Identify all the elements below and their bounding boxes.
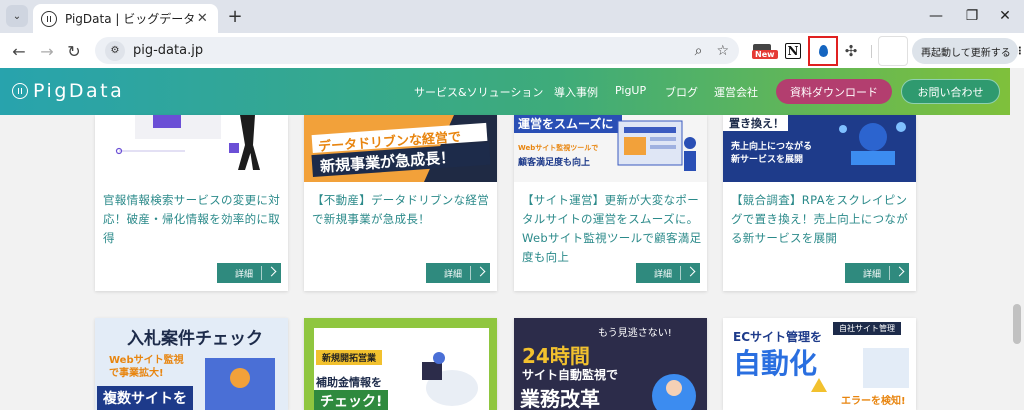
detail-button[interactable]: 詳細 xyxy=(636,263,700,283)
zoom-icon[interactable]: ⌕ xyxy=(695,43,703,59)
case-card[interactable]: 入札案件チェック Webサイト監視で事業拡大! 複数サイトを xyxy=(95,318,288,410)
card-image-sub: Webサイト監視ツールで xyxy=(518,144,599,152)
notion-extension-icon[interactable]: N xyxy=(782,39,804,63)
card-title[interactable]: 【不動産】データドリブンな経営で新規事業が急成長！ xyxy=(312,191,492,229)
reload-icon[interactable]: ↻ xyxy=(62,39,86,63)
card-image-headline-2: 顧客満足度も向上 xyxy=(518,158,591,168)
case-card[interactable]: 新規開拓営業 補助金情報を チェック! xyxy=(304,318,497,410)
new-badge: New xyxy=(752,50,778,59)
card-image-headline: 運営をスムーズに xyxy=(518,117,614,131)
browser-toolbar: ← → ↻ ⚙ pig-data.jp ⌕ ☆ N ✣ 再起動して更新する ⋮ xyxy=(0,33,1024,68)
case-card[interactable]: データドリブンな経営で 新規事業が急成長！ 【不動産】データドリブンな経営で新規… xyxy=(304,115,497,291)
nav-pigup[interactable]: PigUP xyxy=(615,84,646,97)
profile-avatar[interactable] xyxy=(878,36,908,66)
nav-company[interactable]: 運営会社 xyxy=(714,84,758,100)
detail-button[interactable]: 詳細 xyxy=(217,263,281,283)
download-materials-button[interactable]: 資料ダウンロード xyxy=(776,79,892,104)
card-image: 置き換え！ 売上向上につながる 新サービスを展開 xyxy=(723,115,916,182)
card-image-headline: 置き換え！ xyxy=(729,117,784,130)
card-image-alert: エラーを検知! xyxy=(841,396,906,407)
forward-arrow-icon[interactable]: → xyxy=(35,39,59,63)
window-close-button[interactable]: ✕ xyxy=(986,3,1024,29)
scroll-thumb[interactable] xyxy=(1013,304,1021,344)
contact-button[interactable]: お問い合わせ xyxy=(901,79,1000,104)
nav-services[interactable]: サービス&ソリューション xyxy=(414,84,543,100)
update-button[interactable]: 再起動して更新する ⋮ xyxy=(912,38,1024,64)
tab-title: PigData | ビッグデータ収集・分析・活用 xyxy=(65,12,195,26)
card-image-bottom: 複数サイトを xyxy=(97,386,193,410)
card-title[interactable]: 【競合調査】RPAをスクレイピングで置き換え！売上向上につながる新サービスを展開 xyxy=(731,191,911,248)
case-card[interactable]: もう見逃さない! 24時間 サイト自動監視で 業務改革 xyxy=(514,318,707,410)
drop-extension-button[interactable] xyxy=(808,36,838,66)
logo-text: PigData xyxy=(33,80,125,102)
puzzle-icon[interactable]: ✣ xyxy=(840,39,862,63)
close-icon[interactable]: ✕ xyxy=(195,11,210,26)
card-image-headline-2: 新サービスを展開 xyxy=(731,155,804,165)
notion-letter: N xyxy=(784,43,802,59)
tab-list-icon[interactable]: ⌄ xyxy=(6,5,28,27)
nav-blog[interactable]: ブログ xyxy=(665,84,698,100)
toolbar-divider xyxy=(871,45,872,58)
pigdata-favicon-icon xyxy=(41,10,57,27)
card-title[interactable]: 官報情報検索サービスの変更に対応！破産・帰化情報を効率的に取得 xyxy=(103,191,283,248)
detail-button[interactable]: 詳細 xyxy=(426,263,490,283)
page-scrollbar[interactable] xyxy=(1010,68,1024,410)
nav-case-studies[interactable]: 導入事例 xyxy=(554,84,598,100)
logo-mark-icon xyxy=(12,83,28,99)
card-image: 運営をスムーズに Webサイト監視ツールで 顧客満足度も向上 xyxy=(514,115,707,182)
back-arrow-icon[interactable]: ← xyxy=(7,39,31,63)
site-logo[interactable]: PigData xyxy=(12,80,124,102)
update-label: 再起動して更新する xyxy=(921,47,1011,59)
bookmark-star-icon[interactable]: ☆ xyxy=(716,43,729,59)
card-image-sub: 売上向上につながる xyxy=(731,142,813,152)
case-card[interactable]: 運営をスムーズに Webサイト監視ツールで 顧客満足度も向上 【サイト運営】更新… xyxy=(514,115,707,291)
url-text: pig-data.jp xyxy=(133,43,204,58)
site-header: PigData サービス&ソリューション 導入事例 PigUP ブログ 運営会社… xyxy=(0,68,1010,115)
case-card[interactable]: 置き換え！ 売上向上につながる 新サービスを展開 【競合調査】RPAをスクレイピ… xyxy=(723,115,916,291)
drop-icon xyxy=(818,45,828,57)
menu-dots-icon[interactable]: ⋮ xyxy=(1015,46,1024,57)
address-bar[interactable]: ⚙ pig-data.jp ⌕ ☆ xyxy=(95,37,739,64)
tab-strip: ⌄ PigData | ビッグデータ収集・分析・活用 ✕ + — ❐ ✕ xyxy=(0,0,1024,33)
case-card[interactable]: 自社サイト管理 ECサイト管理を 自動化 エラーを検知! xyxy=(723,318,916,410)
new-tab-button[interactable]: + xyxy=(224,5,246,27)
tab-pigdata[interactable]: PigData | ビッグデータ収集・分析・活用 ✕ xyxy=(33,4,218,33)
card-title[interactable]: 【サイト運営】更新が大変なポータルサイトの運営をスムーズに。Webサイト監視ツー… xyxy=(522,191,702,267)
card-image xyxy=(95,115,288,182)
detail-button[interactable]: 詳細 xyxy=(845,263,909,283)
site-info-icon[interactable]: ⚙ xyxy=(105,40,125,61)
card-image: データドリブンな経営で 新規事業が急成長！ xyxy=(304,115,497,182)
case-card[interactable]: 官報情報検索サービスの変更に対応！破産・帰化情報を効率的に取得 詳細 xyxy=(95,115,288,291)
